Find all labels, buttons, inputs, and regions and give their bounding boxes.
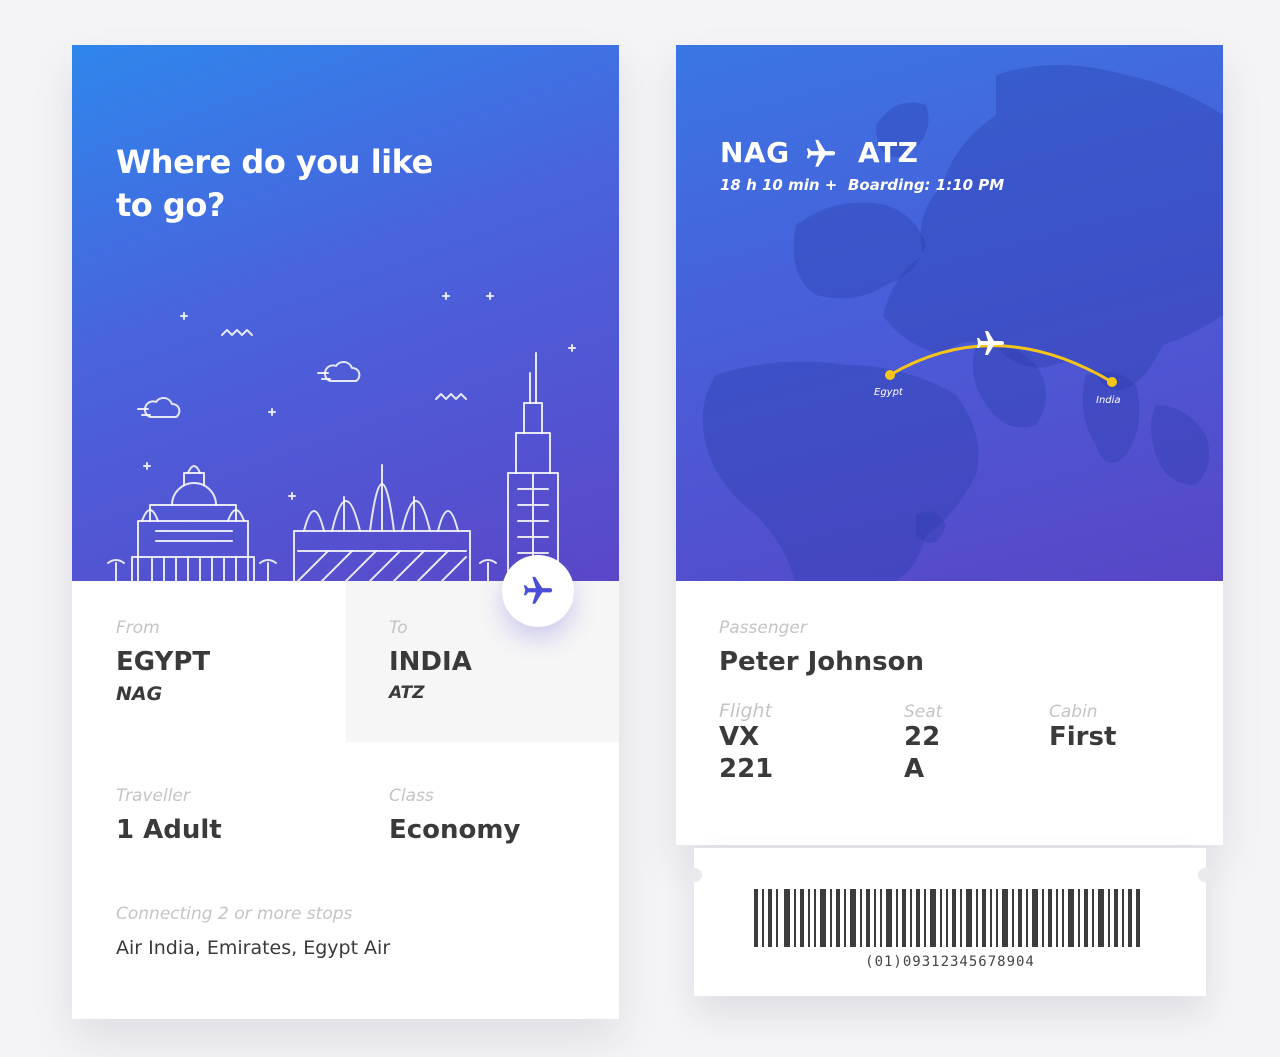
destination-code: ATZ — [858, 136, 919, 169]
flight-code: VX — [719, 722, 760, 752]
to-label: To — [389, 618, 408, 638]
swap-flight-button[interactable] — [502, 555, 574, 627]
passenger-label: Passenger — [719, 618, 807, 638]
from-country[interactable]: EGYPT — [116, 647, 210, 677]
flight-search-card: Where do you like to go? From EGYPT NAG … — [72, 45, 619, 1019]
barcode-stub: (01)09312345678904 — [694, 848, 1206, 996]
route-map-banner: NAG ATZ 18 h 10 min + Boarding: 1:10 PM … — [676, 45, 1223, 581]
class-value[interactable]: Economy — [389, 815, 520, 845]
destination-map-label: India — [1096, 395, 1121, 406]
to-code: ATZ — [389, 683, 425, 703]
barcode-icon — [754, 889, 1140, 947]
traveller-value[interactable]: 1 Adult — [116, 815, 222, 845]
flight-label: Flight — [719, 700, 773, 722]
barcode-number: (01)09312345678904 — [865, 954, 1035, 970]
cabin-value: First — [1049, 722, 1117, 752]
skyline-illustration — [107, 292, 576, 581]
from-label: From — [116, 618, 160, 638]
ticket-notch-right — [1198, 868, 1212, 882]
ticket-notch-left — [688, 868, 702, 882]
traveller-label: Traveller — [116, 786, 190, 806]
seat-label: Seat — [904, 702, 943, 722]
origin-map-label: Egypt — [874, 387, 903, 398]
seat-row: 22 — [904, 722, 941, 752]
origin-code: NAG — [720, 136, 790, 169]
connecting-airlines[interactable]: Air India, Emirates, Egypt Air — [116, 937, 390, 959]
cabin-label: Cabin — [1049, 702, 1098, 722]
to-country[interactable]: INDIA — [389, 647, 472, 677]
connecting-label: Connecting 2 or more stops — [116, 904, 353, 924]
boarding-pass-card: NAG ATZ 18 h 10 min + Boarding: 1:10 PM … — [676, 45, 1223, 845]
search-hero-banner: Where do you like to go? — [72, 45, 619, 581]
boarding-time: Boarding: 1:10 PM — [848, 176, 1005, 194]
flight-duration: 18 h 10 min + — [720, 176, 838, 194]
class-label: Class — [389, 786, 434, 806]
flight-number: 221 — [719, 754, 774, 784]
airplane-icon — [523, 576, 553, 604]
airplane-icon — [806, 139, 836, 167]
seat-letter: A — [904, 754, 925, 784]
destination-panel[interactable] — [346, 581, 619, 742]
world-map — [702, 65, 1223, 581]
from-code: NAG — [116, 683, 163, 705]
passenger-name: Peter Johnson — [719, 647, 925, 677]
